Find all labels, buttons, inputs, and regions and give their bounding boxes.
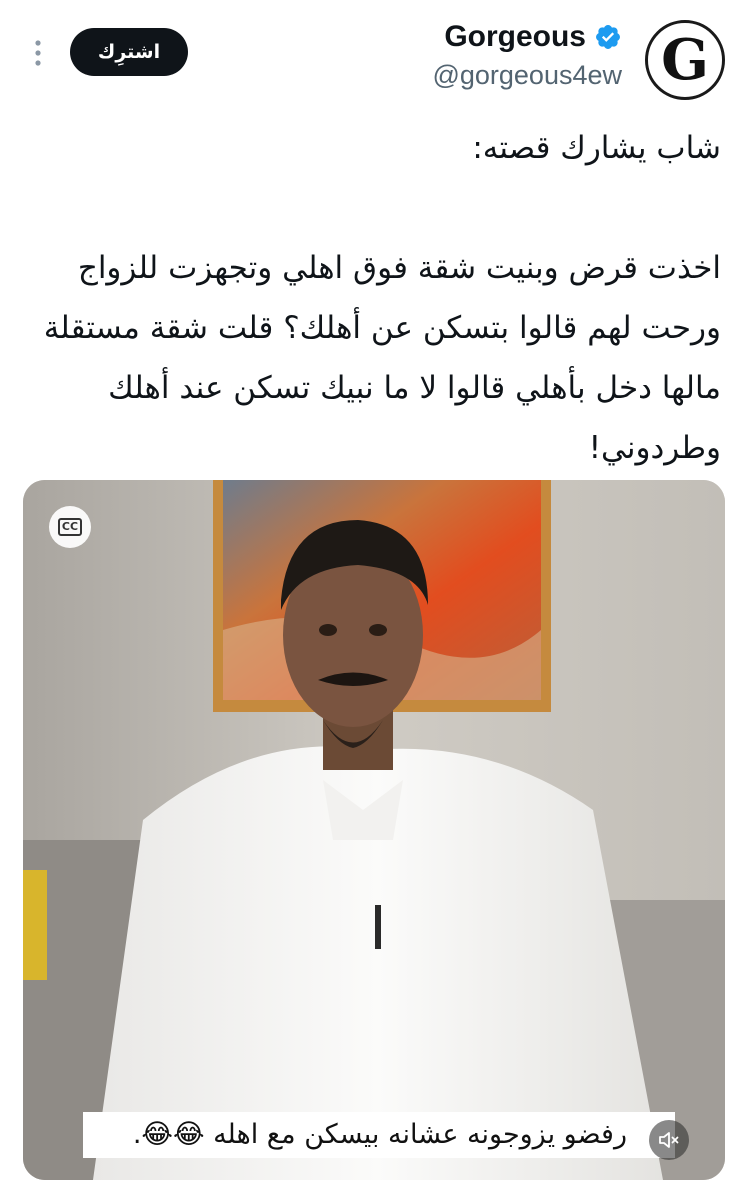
- cc-label: CC: [57, 518, 83, 536]
- author-avatar[interactable]: G: [645, 20, 725, 100]
- subscribe-button[interactable]: اشترِك: [70, 28, 188, 76]
- verified-badge-icon: [596, 25, 620, 49]
- tweet-body-line: اخذت قرض وبنيت شقة فوق اهلي وتجهزت للزوا…: [77, 250, 721, 286]
- author-display-name[interactable]: Gorgeous: [444, 20, 586, 54]
- video-frame-image: [23, 480, 725, 1180]
- tweet-body-line: وطردوني!: [588, 430, 721, 466]
- video-player[interactable]: CC رفضو يزوجونه عشانه بيسكن مع اهله 😂😂.: [23, 480, 725, 1180]
- tweet-body-line: مالها دخل بأهلي قالوا لا ما نبيك تسكن عن…: [108, 370, 721, 406]
- tweet-body-line: ورحت لهم قالوا بتسكن عن أهلك؟ قلت شقة مس…: [43, 310, 721, 346]
- video-caption: رفضو يزوجونه عشانه بيسكن مع اهله 😂😂.: [83, 1112, 675, 1158]
- author-name-row[interactable]: Gorgeous: [444, 20, 622, 54]
- closed-captions-icon[interactable]: CC: [49, 506, 91, 548]
- speaker-muted-icon: [659, 1132, 679, 1148]
- tweet-header: G Gorgeous @gorgeous4ew اشترِك: [0, 0, 747, 110]
- more-vertical-icon[interactable]: [30, 38, 46, 68]
- author-handle[interactable]: @gorgeous4ew: [432, 60, 622, 91]
- avatar-logo-letter: G: [661, 27, 709, 93]
- tweet-text: شاب يشارك قصته: اخذت قرض وبنيت شقة فوق ا…: [21, 118, 721, 478]
- tweet-intro-line: شاب يشارك قصته:: [472, 130, 721, 166]
- mute-button[interactable]: [649, 1120, 689, 1160]
